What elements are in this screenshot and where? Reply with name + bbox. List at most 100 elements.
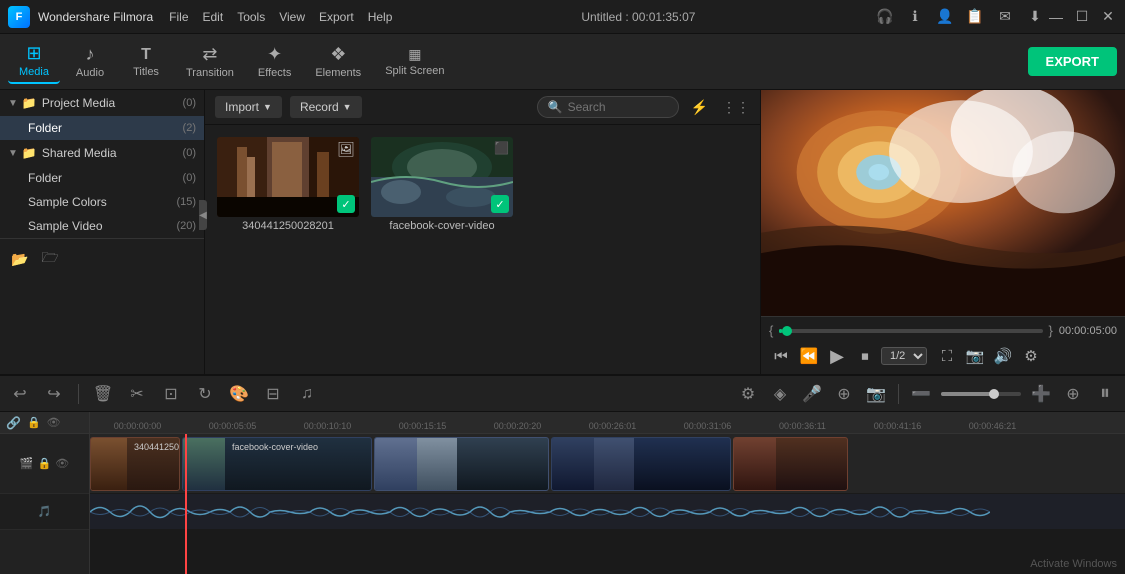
lock-all-icon[interactable]: 🔒 <box>27 416 41 429</box>
timeline-main: 🔗 🔒 👁 🎬 🔒 👁 🎵 00:00:00:00 00:00:05:05 00… <box>0 412 1125 574</box>
add-track-icon[interactable]: 🔗 <box>6 416 21 430</box>
timeline-scroll[interactable]: 00:00:00:00 00:00:05:05 00:00:10:10 00:0… <box>90 412 1125 574</box>
sidebar-collapse-handle[interactable]: ◀ <box>199 200 205 230</box>
preview-controls: { } 00:00:05:00 ⏮ ⏪ ▶ ⏹ 1/2 1/4 1 2 <box>761 316 1125 374</box>
import-dropdown-arrow: ▼ <box>263 102 272 112</box>
ruler-mark-3: 00:00:15:15 <box>375 421 470 433</box>
fullscreen-button[interactable]: ⛶ <box>935 344 959 368</box>
progress-bar[interactable] <box>779 329 1042 333</box>
media-item-0[interactable]: 🖼 ✓ 340441250028201 <box>217 137 359 232</box>
preview-buttons: ⏮ ⏪ ▶ ⏹ 1/2 1/4 1 2 ⛶ 📷 🔊 ⚙ <box>769 344 1117 368</box>
thumb-check-1: ✓ <box>491 195 509 213</box>
app-logo: F <box>8 6 30 28</box>
media-item-1[interactable]: ⬛ ✓ facebook-cover-video <box>371 137 513 232</box>
grid-view-button[interactable]: ⋮⋮ <box>722 99 750 116</box>
toolbar-titles[interactable]: T Titles <box>120 42 172 82</box>
tl-settings-button[interactable]: ⚙ <box>736 382 760 406</box>
toolbar-transition[interactable]: ⇄ Transition <box>176 40 244 83</box>
menu-tools[interactable]: Tools <box>237 10 265 24</box>
clip-3[interactable] <box>374 437 549 491</box>
ruler-mark-4: 00:00:20:20 <box>470 421 565 433</box>
delete-button[interactable]: 🗑 <box>91 382 115 406</box>
snapshot-button[interactable]: 📷 <box>963 344 987 368</box>
header-icons: 🎧 ℹ 👤 📋 ✉ ⬇ <box>873 5 1047 29</box>
zoom-out-button[interactable]: ➖ <box>909 382 933 406</box>
menu-file[interactable]: File <box>169 10 188 24</box>
audio-track-label: 🎵 <box>0 494 89 530</box>
search-input[interactable] <box>568 100 668 114</box>
menu-export[interactable]: Export <box>319 10 354 24</box>
maximize-button[interactable]: ☐ <box>1073 8 1091 26</box>
menu-edit[interactable]: Edit <box>203 10 224 24</box>
tl-mic-button[interactable]: 🎤 <box>800 382 824 406</box>
sidebar-item-sample-colors[interactable]: Sample Colors (15) <box>0 190 204 214</box>
progress-handle[interactable] <box>782 326 792 336</box>
sidebar-item-folder-shared[interactable]: Folder (0) <box>0 166 204 190</box>
volume-button[interactable]: 🔊 <box>991 344 1015 368</box>
preview-video <box>761 90 1125 316</box>
mail-icon[interactable]: ✉ <box>993 5 1017 29</box>
shared-media-section[interactable]: ▼ 📁 Shared Media (0) <box>0 140 204 166</box>
cut-button[interactable]: ✂ <box>125 382 149 406</box>
clip-5[interactable] <box>733 437 848 491</box>
tl-snapshot-button[interactable]: 📷 <box>864 382 888 406</box>
menu-bar: File Edit Tools View Export Help <box>169 10 404 24</box>
redo-button[interactable]: ↪ <box>42 382 66 406</box>
folder-button[interactable]: 🗁 <box>38 247 62 271</box>
zoom-fill <box>941 392 993 396</box>
download-icon[interactable]: ⬇ <box>1023 5 1047 29</box>
audio-detach-button[interactable]: ♫ <box>295 382 319 406</box>
clip-2[interactable]: facebook-cover-video <box>182 437 372 491</box>
toolbar-audio[interactable]: ♪ Audio <box>64 40 116 83</box>
track-lock-icon[interactable]: 🔒 <box>38 457 52 470</box>
export-button[interactable]: EXPORT <box>1028 47 1117 76</box>
sidebar-item-folder-project[interactable]: Folder (2) <box>0 116 204 140</box>
ruler-mark-7: 00:00:36:11 <box>755 421 850 433</box>
project-media-section[interactable]: ▼ 📁 Project Media (0) <box>0 90 204 116</box>
skip-back-button[interactable]: ⏮ <box>769 344 793 368</box>
filter-button[interactable]: ⚡ <box>691 99 708 116</box>
tl-detach-button[interactable]: ⊕ <box>832 382 856 406</box>
zoom-handle[interactable] <box>989 389 999 399</box>
sidebar-item-sample-video[interactable]: Sample Video (20) <box>0 214 204 238</box>
timeline-tracks-area: 05:05 340441250028201 <box>90 434 1125 574</box>
settings-preview-button[interactable]: ⚙ <box>1019 344 1043 368</box>
toolbar-effects[interactable]: ✦ Effects <box>248 40 301 83</box>
menu-help[interactable]: Help <box>368 10 393 24</box>
zoom-bar[interactable] <box>941 392 1021 396</box>
tl-collapse-button[interactable]: ⏸ <box>1093 382 1117 406</box>
zoom-in-button[interactable]: ➕ <box>1029 382 1053 406</box>
close-button[interactable]: ✕ <box>1099 8 1117 26</box>
color-button[interactable]: 🎨 <box>227 382 251 406</box>
undo-button[interactable]: ↩ <box>8 382 32 406</box>
ruler-mark-2: 00:00:10:10 <box>280 421 375 433</box>
clip-4[interactable] <box>551 437 731 491</box>
info-icon[interactable]: ℹ <box>903 5 927 29</box>
toolbar-splitscreen[interactable]: ▦ Split Screen <box>375 42 454 81</box>
headphones-icon[interactable]: 🎧 <box>873 5 897 29</box>
clipboard-icon[interactable]: 📋 <box>963 5 987 29</box>
record-button[interactable]: Record ▼ <box>290 96 362 118</box>
menu-view[interactable]: View <box>279 10 305 24</box>
toolbar-elements[interactable]: ❖ Elements <box>305 40 371 83</box>
crop-button[interactable]: ⊡ <box>159 382 183 406</box>
toolbar-media[interactable]: ⊞ Media <box>8 39 60 84</box>
minimize-button[interactable]: — <box>1047 8 1065 26</box>
tl-add-button[interactable]: ⊕ <box>1061 382 1085 406</box>
speed-select[interactable]: 1/2 1/4 1 2 <box>881 347 927 365</box>
timeline-area: ↩ ↪ 🗑 ✂ ⊡ ↻ 🎨 ⊟ ♫ ⚙ ◈ 🎤 ⊕ 📷 ➖ ➕ ⊕ <box>0 374 1125 574</box>
stop-button[interactable]: ⏹ <box>853 344 877 368</box>
clip-1[interactable]: 340441250028201 <box>90 437 180 491</box>
import-button[interactable]: Import ▼ <box>215 96 282 118</box>
play-button[interactable]: ▶ <box>825 344 849 368</box>
tl-mask-button[interactable]: ◈ <box>768 382 792 406</box>
new-folder-button[interactable]: 📂 <box>8 247 32 271</box>
user-icon[interactable]: 👤 <box>933 5 957 29</box>
step-back-button[interactable]: ⏪ <box>797 344 821 368</box>
track-eye-icon[interactable]: 👁 <box>55 457 69 470</box>
rotate-button[interactable]: ↻ <box>193 382 217 406</box>
split-button[interactable]: ⊟ <box>261 382 285 406</box>
eye-all-icon[interactable]: 👁 <box>47 416 61 429</box>
playhead[interactable]: 05:05 <box>185 434 187 574</box>
title-center: Untitled : 00:01:35:07 <box>404 10 873 24</box>
